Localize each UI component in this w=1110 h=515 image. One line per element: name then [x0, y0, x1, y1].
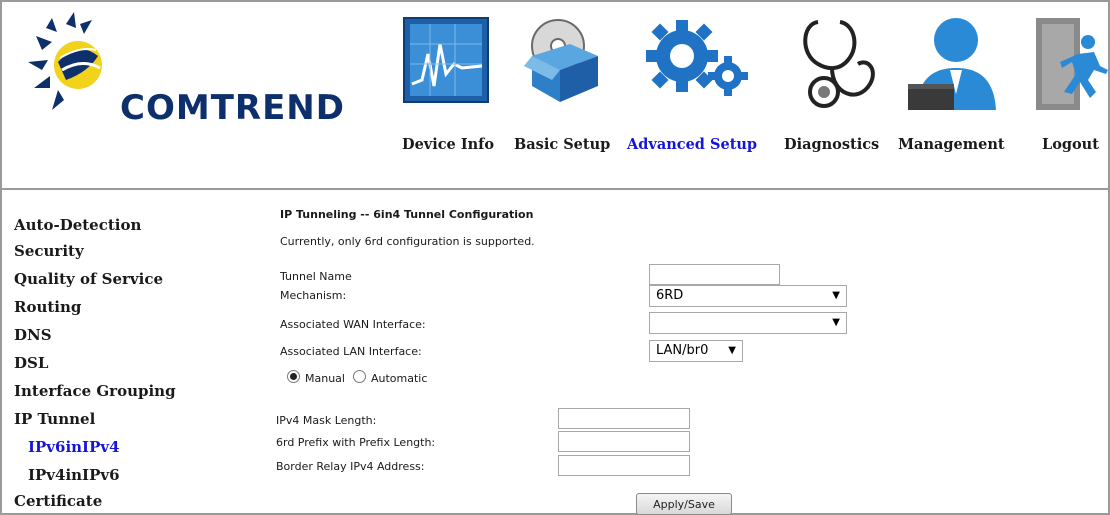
- mode-manual-label: Manual: [305, 372, 345, 385]
- 6rd-prefix-label: 6rd Prefix with Prefix Length:: [276, 436, 436, 449]
- wan-interface-select[interactable]: ▼: [649, 312, 847, 334]
- sidebar-item-certificate[interactable]: Certificate: [14, 492, 102, 510]
- config-note: Currently, only 6rd configuration is sup…: [280, 235, 535, 248]
- sidebar: Auto-Detection Security Quality of Servi…: [2, 192, 217, 513]
- mode-automatic-label: Automatic: [371, 372, 428, 385]
- sidebar-item-ipv6inipv4[interactable]: IPv6inIPv4: [28, 438, 120, 456]
- lan-interface-value: LAN/br0: [656, 343, 709, 358]
- sidebar-item-dns[interactable]: DNS: [14, 326, 52, 344]
- 6rd-prefix-input[interactable]: [558, 431, 690, 452]
- nav-management[interactable]: Management: [898, 136, 1005, 153]
- chevron-down-icon: ▼: [832, 290, 840, 301]
- diagnostics-stethoscope-icon[interactable]: [788, 14, 884, 123]
- logout-exit-icon[interactable]: [1032, 14, 1108, 118]
- sidebar-item-quality-of-service[interactable]: Quality of Service: [14, 270, 163, 288]
- tunnel-name-label: Tunnel Name: [280, 270, 352, 283]
- wan-interface-label: Associated WAN Interface:: [280, 318, 426, 331]
- comtrend-logo: COMTREND: [22, 10, 372, 145]
- mode-manual-radio[interactable]: [287, 370, 300, 383]
- nav-advanced-setup[interactable]: Advanced Setup: [627, 136, 757, 153]
- advanced-setup-gears-icon[interactable]: [642, 14, 754, 118]
- sidebar-item-auto-detection[interactable]: Auto-Detection: [14, 216, 141, 234]
- nav-logout[interactable]: Logout: [1042, 136, 1099, 153]
- apply-save-button[interactable]: Apply/Save: [636, 493, 732, 515]
- main-content: IP Tunneling -- 6in4 Tunnel Configuratio…: [217, 192, 1108, 515]
- ipv4-mask-length-label: IPv4 Mask Length:: [276, 414, 377, 427]
- sidebar-item-dsl[interactable]: DSL: [14, 354, 48, 372]
- mechanism-select[interactable]: 6RD ▼: [649, 285, 847, 307]
- sidebar-item-interface-grouping[interactable]: Interface Grouping: [14, 382, 176, 400]
- ipv4-mask-length-input[interactable]: [558, 408, 690, 429]
- nav-basic-setup[interactable]: Basic Setup: [514, 136, 610, 153]
- sidebar-item-security[interactable]: Security: [14, 242, 84, 260]
- sidebar-item-ip-tunnel[interactable]: IP Tunnel: [14, 410, 95, 428]
- border-relay-label: Border Relay IPv4 Address:: [276, 460, 425, 473]
- management-user-icon[interactable]: [906, 14, 1006, 118]
- lan-interface-label: Associated LAN Interface:: [280, 345, 422, 358]
- mechanism-value: 6RD: [656, 288, 684, 303]
- nav-device-info[interactable]: Device Info: [402, 136, 494, 153]
- brand-name: COMTREND: [120, 88, 345, 128]
- comtrend-burst-icon: [28, 12, 102, 110]
- page-title: IP Tunneling -- 6in4 Tunnel Configuratio…: [280, 208, 534, 221]
- mechanism-label: Mechanism:: [280, 289, 347, 302]
- sidebar-item-ipv4inipv6[interactable]: IPv4inIPv6: [28, 466, 120, 484]
- nav-diagnostics[interactable]: Diagnostics: [784, 136, 879, 153]
- header: COMTREND Device Info Basic Setup Advance…: [2, 2, 1108, 190]
- device-info-chart-icon[interactable]: [400, 14, 492, 118]
- chevron-down-icon: ▼: [728, 345, 736, 356]
- border-relay-input[interactable]: [558, 455, 690, 476]
- mode-automatic-radio[interactable]: [353, 370, 366, 383]
- basic-setup-disc-box-icon[interactable]: [510, 14, 610, 118]
- tunnel-name-input[interactable]: [649, 264, 780, 285]
- sidebar-item-routing[interactable]: Routing: [14, 298, 81, 316]
- lan-interface-select[interactable]: LAN/br0 ▼: [649, 340, 743, 362]
- chevron-down-icon: ▼: [832, 317, 840, 328]
